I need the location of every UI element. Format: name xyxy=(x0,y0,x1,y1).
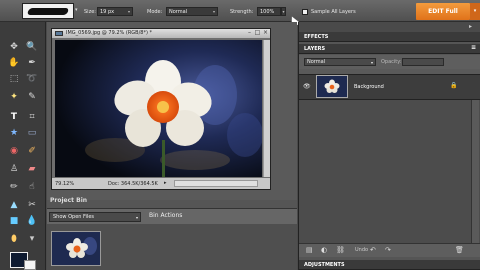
brush-picker-dropdown-icon[interactable]: ▾ xyxy=(75,7,78,13)
close-icon[interactable]: × xyxy=(262,30,269,37)
eye-visibility-icon[interactable]: 👁 xyxy=(303,83,311,90)
layers-list-empty-area xyxy=(299,100,480,243)
size-label: Size: xyxy=(84,9,96,15)
sample-all-layers-label: Sample All Layers xyxy=(311,9,356,15)
size-slider-icon[interactable]: ▾ xyxy=(128,9,130,15)
image-file-icon xyxy=(55,31,63,36)
document-statusbar: 79.12% Doc: 364.5K/364.5K ▸ xyxy=(52,178,270,189)
gradient-tool-icon[interactable]: ▾ xyxy=(25,232,39,245)
sample-all-layers-checkbox[interactable] xyxy=(302,9,308,15)
brush-tool-icon[interactable]: ✏ xyxy=(7,180,21,193)
document-size: Doc: 364.5K/364.5K xyxy=(108,181,158,187)
magic-wand-tool-icon[interactable]: ✦ xyxy=(7,90,21,103)
effects-panel-header[interactable]: EFFECTS xyxy=(299,32,480,42)
bin-actions-menu[interactable]: Bin Actions xyxy=(149,212,182,219)
thumbnail-image xyxy=(52,232,100,265)
straighten-tool-icon[interactable]: ▭ xyxy=(25,126,39,139)
show-open-files-select[interactable]: Show Open Files ▾ xyxy=(49,212,141,222)
link-layers-icon[interactable]: ⛓ xyxy=(336,246,345,254)
brush-preview[interactable] xyxy=(22,3,74,19)
undo-label: Undo xyxy=(355,247,369,253)
strength-value: 100% xyxy=(260,9,275,15)
document-title: IMG_0569.jpg @ 79.2% (RGB/8*) * xyxy=(66,30,153,36)
cookie-cutter-tool-icon[interactable]: ★ xyxy=(7,126,21,139)
clone-stamp-tool-icon[interactable]: ♙ xyxy=(7,162,21,175)
sponge-tool-icon[interactable]: ▲ xyxy=(7,198,21,211)
chevron-down-icon[interactable]: ▾ xyxy=(470,3,480,20)
mode-value: Normal xyxy=(169,9,188,15)
layers-scrollbar[interactable] xyxy=(471,100,479,243)
background-color-swatch[interactable] xyxy=(24,260,36,270)
rectangle-tool-icon[interactable]: ■ xyxy=(7,214,21,227)
bin-filter-value: Show Open Files xyxy=(53,214,94,220)
eyedropper-tool-icon[interactable]: ✒ xyxy=(25,56,39,69)
horizontal-scrollbar[interactable] xyxy=(174,180,258,187)
delete-layer-icon[interactable]: 🗑 xyxy=(455,246,464,254)
size-value: 19 px xyxy=(100,9,115,15)
move-tool-icon[interactable]: ✥ xyxy=(7,40,21,53)
effects-title: EFFECTS xyxy=(304,34,329,40)
marquee-tool-icon[interactable]: ⬚ xyxy=(7,72,21,85)
lock-icon: 🔒 xyxy=(450,82,458,89)
mode-select[interactable]: Normal ▾ xyxy=(166,7,218,16)
redo-icon[interactable]: ↷ xyxy=(385,246,391,254)
adjustments-panel-header[interactable]: ADJUSTMENTS xyxy=(299,260,480,270)
layers-panel-header[interactable]: LAYERS ≡ xyxy=(299,44,480,54)
maximize-icon[interactable]: □ xyxy=(254,30,261,37)
layer-thumbnail xyxy=(316,75,348,98)
document-window: IMG_0569.jpg @ 79.2% (RGB/8*) * – □ × 79… xyxy=(51,28,271,190)
panel-collapse-icon[interactable]: ▸ xyxy=(469,23,472,30)
new-layer-icon[interactable]: ▤ xyxy=(306,246,313,254)
layer-thumbnail-image xyxy=(317,76,347,97)
mode-label: Mode: xyxy=(147,9,163,15)
eraser-tool-icon[interactable]: ▰ xyxy=(25,162,39,175)
opacity-label: Opacity: xyxy=(381,59,402,65)
daffodil-photo xyxy=(55,40,262,177)
strength-field[interactable]: 100% xyxy=(257,7,281,16)
lasso-tool-icon[interactable]: ➰ xyxy=(25,72,39,85)
project-bin-label: Project Bin xyxy=(50,197,88,204)
minimize-icon[interactable]: – xyxy=(246,30,253,37)
dodge-tool-icon[interactable]: ✂ xyxy=(25,198,39,211)
blend-mode-select[interactable]: Normal ▾ xyxy=(304,58,376,66)
edit-full-button[interactable]: EDIT Full xyxy=(416,3,470,20)
zoom-level[interactable]: 79.12% xyxy=(55,181,74,187)
red-eye-tool-icon[interactable]: ◉ xyxy=(7,144,21,157)
blend-mode-value: Normal xyxy=(307,59,326,65)
adjustments-title: ADJUSTMENTS xyxy=(304,262,345,268)
image-canvas[interactable] xyxy=(55,40,262,177)
document-titlebar[interactable]: IMG_0569.jpg @ 79.2% (RGB/8*) * xyxy=(52,29,270,38)
layers-title: LAYERS xyxy=(304,46,326,52)
chevron-down-icon: ▾ xyxy=(212,9,215,14)
type-tool-icon[interactable]: T xyxy=(7,110,21,123)
zoom-tool-icon[interactable]: 🔍 xyxy=(25,40,39,53)
paint-bucket-tool-icon[interactable]: ⬮ xyxy=(7,232,21,245)
hand-tool-icon[interactable]: ✋ xyxy=(7,56,21,69)
chevron-down-icon: ▾ xyxy=(370,60,373,65)
options-bar: ▾ Size: 19 px ▾ Mode: Normal ▾ Strength: 1… xyxy=(0,0,480,22)
status-menu-icon[interactable]: ▸ xyxy=(164,180,167,186)
strength-slider-icon[interactable]: ▾ xyxy=(281,7,286,16)
spot-healing-tool-icon[interactable]: ✐ xyxy=(25,144,39,157)
chevron-down-icon: ▾ xyxy=(135,215,138,220)
opacity-field[interactable] xyxy=(402,58,444,66)
crop-tool-icon[interactable]: ⌗ xyxy=(25,110,39,123)
strength-label: Strength: xyxy=(230,9,254,15)
smudge-tool-icon[interactable]: ☝ xyxy=(25,180,39,193)
blur-tool-icon[interactable]: 💧 xyxy=(25,214,39,227)
bin-thumbnail[interactable] xyxy=(51,231,101,266)
panel-dock-top: ▸ xyxy=(299,22,480,32)
new-fill-layer-icon[interactable]: ◐ xyxy=(321,246,327,254)
layer-name: Background xyxy=(354,84,384,90)
undo-icon[interactable]: ↶ xyxy=(370,246,376,254)
panel-menu-icon[interactable]: ≡ xyxy=(471,45,476,51)
quick-selection-tool-icon[interactable]: ✎ xyxy=(25,90,39,103)
vertical-scrollbar[interactable] xyxy=(263,40,270,177)
size-field[interactable]: 19 px ▾ xyxy=(97,7,133,16)
